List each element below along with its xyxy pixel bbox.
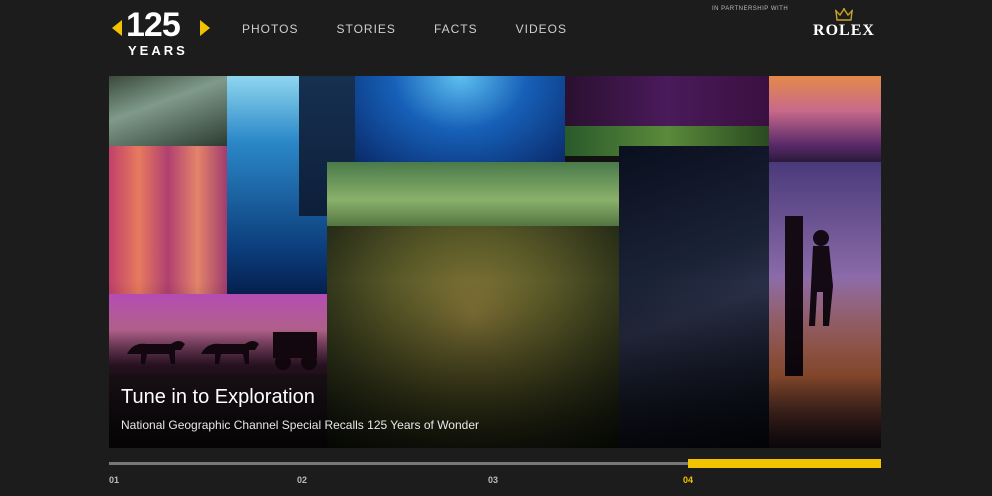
- slide-indicator-03[interactable]: 03: [488, 475, 498, 485]
- hero-title[interactable]: Tune in to Exploration: [121, 386, 315, 409]
- chevron-right-icon: [200, 20, 210, 36]
- nav-photos[interactable]: PHOTOS: [242, 22, 298, 36]
- rolex-logo[interactable]: ROLEX: [806, 8, 882, 48]
- slider-active-indicator: [688, 459, 881, 468]
- slide-indicator-04[interactable]: 04: [683, 475, 693, 485]
- logo-number: 125: [126, 6, 181, 44]
- crown-icon: [835, 8, 853, 21]
- logo-subtitle: YEARS: [128, 43, 188, 58]
- nav-facts[interactable]: FACTS: [434, 22, 478, 36]
- rolex-wordmark: ROLEX: [813, 22, 875, 39]
- nav-stories[interactable]: STORIES: [336, 22, 395, 36]
- main-nav: PHOTOS STORIES FACTS VIDEOS: [242, 22, 605, 36]
- slide-indicator-01[interactable]: 01: [109, 475, 119, 485]
- chevron-left-icon: [112, 20, 122, 36]
- hero-subtitle: National Geographic Channel Special Reca…: [121, 418, 480, 432]
- nav-videos[interactable]: VIDEOS: [516, 22, 567, 36]
- hero-collage[interactable]: Tune in to Exploration National Geograph…: [109, 76, 881, 448]
- slide-indicator-02[interactable]: 02: [297, 475, 307, 485]
- partner-label: IN PARTNERSHIP WITH: [712, 6, 789, 12]
- site-header: 125 YEARS PHOTOS STORIES FACTS VIDEOS IN…: [0, 0, 992, 72]
- logo-125-years[interactable]: 125 YEARS: [112, 6, 212, 60]
